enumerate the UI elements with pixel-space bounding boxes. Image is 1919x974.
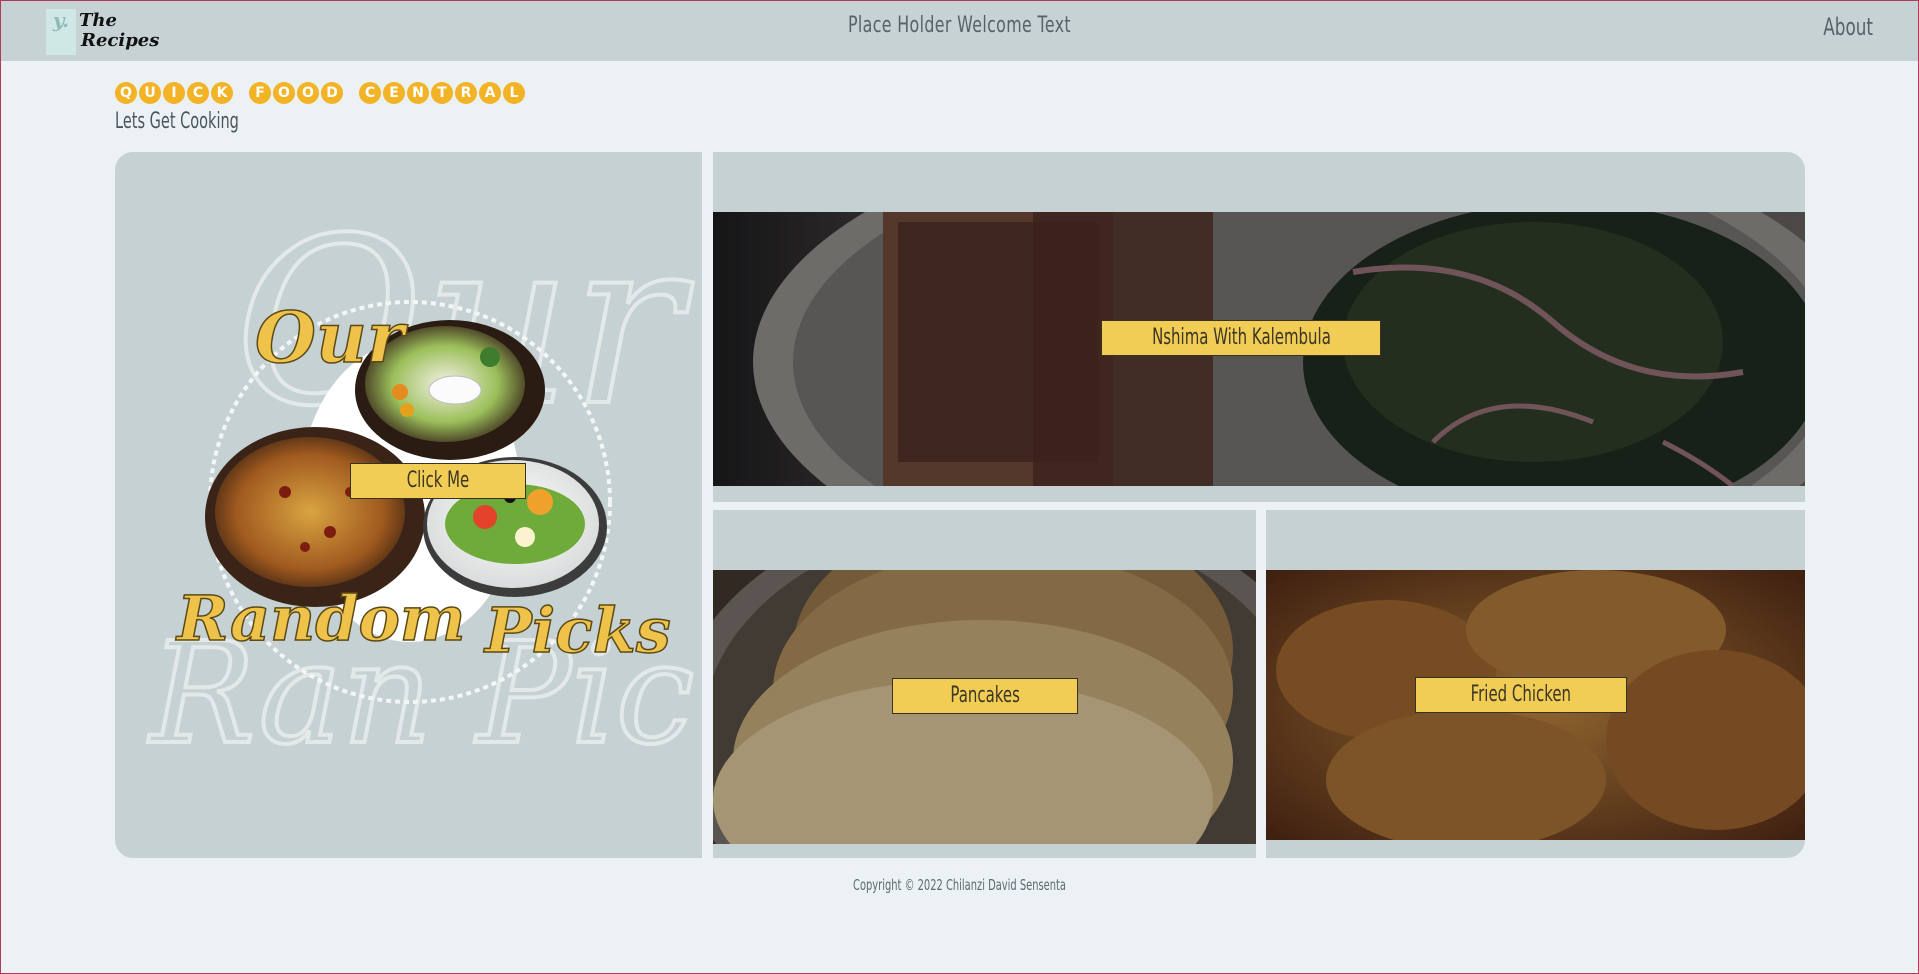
top-navbar: y. The Recipes Place Holder Welcome Text… <box>1 1 1918 61</box>
dish-label-fried-chicken[interactable]: Fried Chicken <box>1415 677 1627 713</box>
brand-title-letter: K <box>211 82 233 104</box>
brand-title-letter: O <box>273 82 295 104</box>
brand-title-letter: T <box>431 82 453 104</box>
copyright-text: Copyright © 2022 Chilanzi David Sensenta <box>853 876 1066 894</box>
brand-title-letter: N <box>407 82 429 104</box>
brand-title-letter: C <box>359 82 381 104</box>
dish-card-nshima[interactable]: Nshima With Kalembula <box>713 152 1805 502</box>
svg-text:Picks: Picks <box>483 594 671 667</box>
site-logo[interactable]: y. The Recipes <box>46 9 159 55</box>
svg-text:Our: Our <box>255 296 409 379</box>
brand-title-letter: I <box>163 82 185 104</box>
dish-card-pancakes[interactable]: Pancakes <box>713 510 1256 858</box>
brand-title: QUICKFOODCENTRAL <box>115 82 525 104</box>
brand-title-letter: O <box>297 82 319 104</box>
dish-card-fried-chicken[interactable]: Fried Chicken <box>1266 510 1805 858</box>
dish-label-nshima[interactable]: Nshima With Kalembula <box>1101 320 1381 356</box>
logo-mark-icon: y. <box>46 9 76 55</box>
random-picks-illustration: Our Ran Pic Our Random Picks <box>145 188 696 778</box>
brand-title-letter: D <box>321 82 343 104</box>
brand-title-letter: R <box>455 82 477 104</box>
random-picks-panel: Our Ran Pic Our Random Picks Click Me <box>115 152 702 858</box>
brand-title-letter: A <box>479 82 501 104</box>
welcome-text: Place Holder Welcome Text <box>847 13 1072 38</box>
brand-title-letter: E <box>383 82 405 104</box>
logo-line-1: The <box>79 10 117 31</box>
brand-title-letter: Q <box>115 82 137 104</box>
svg-text:Random: Random <box>175 582 466 655</box>
click-me-button[interactable]: Click Me <box>350 463 526 499</box>
about-link[interactable]: About <box>1823 13 1873 41</box>
dish-label-pancakes[interactable]: Pancakes <box>892 678 1078 714</box>
logo-text: The Recipes <box>79 11 159 51</box>
brand-title-letter: C <box>187 82 209 104</box>
logo-line-2: Recipes <box>81 30 160 51</box>
tagline: Lets Get Cooking <box>115 109 239 134</box>
brand-title-letter: F <box>249 82 271 104</box>
brand-title-letter: U <box>139 82 161 104</box>
brand-title-letter: L <box>503 82 525 104</box>
